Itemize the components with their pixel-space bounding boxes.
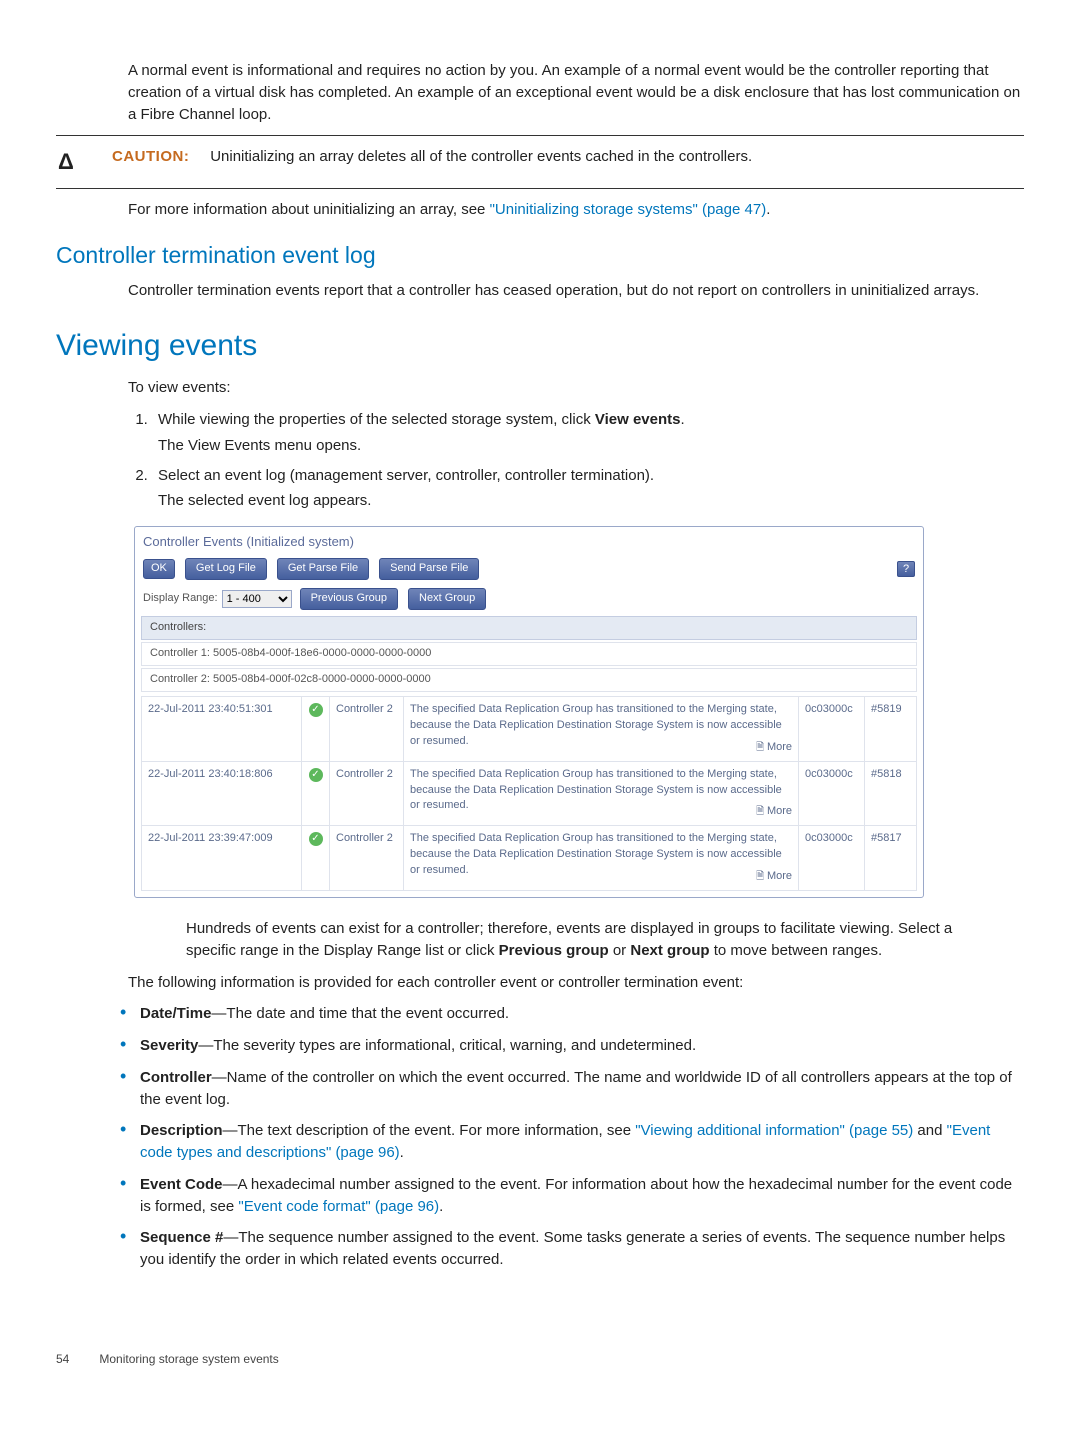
event-code: 0c03000c xyxy=(799,761,865,826)
field-name: Date/Time xyxy=(140,1005,211,1022)
event-datetime: 22-Jul-2011 23:39:47:009 xyxy=(142,826,302,891)
event-controller: Controller 2 xyxy=(330,696,404,761)
after-shot-para: Hundreds of events can exist for a contr… xyxy=(186,918,994,962)
ok-button[interactable]: OK xyxy=(143,559,175,579)
event-sequence: #5817 xyxy=(865,826,917,891)
prev-group-button[interactable]: Previous Group xyxy=(300,588,398,610)
event-severity: ✓ xyxy=(302,696,330,761)
event-description: The specified Data Replication Group has… xyxy=(404,761,799,826)
controller-2-row: Controller 2: 5005-08b4-000f-02c8-0000-0… xyxy=(141,668,917,692)
table-row: 22-Jul-2011 23:39:47:009 ✓ Controller 2 … xyxy=(142,826,917,891)
text: . xyxy=(766,201,770,218)
list-item: Severity—The severity types are informat… xyxy=(112,1035,1024,1057)
event-datetime: 22-Jul-2011 23:40:51:301 xyxy=(142,696,302,761)
prev-group-bold: Previous group xyxy=(499,942,609,959)
field-name: Severity xyxy=(140,1037,198,1054)
view-events-bold: View events xyxy=(595,411,681,428)
footer-chapter: Monitoring storage system events xyxy=(99,1352,278,1366)
field-name: Event Code xyxy=(140,1176,223,1193)
steps-list: While viewing the properties of the sele… xyxy=(128,409,1024,512)
page-number: 54 xyxy=(56,1351,96,1368)
list-item: Event Code—A hexadecimal number assigned… xyxy=(112,1174,1024,1218)
table-row: 22-Jul-2011 23:40:18:806 ✓ Controller 2 … xyxy=(142,761,917,826)
field-name: Description xyxy=(140,1122,223,1139)
step-2: Select an event log (management server, … xyxy=(152,465,1024,513)
button-bar: OK Get Log File Get Parse File Send Pars… xyxy=(135,556,923,586)
event-sequence: #5818 xyxy=(865,761,917,826)
text: . xyxy=(680,411,684,428)
viewing-events-intro: To view events: xyxy=(128,377,1024,399)
field-desc: —The severity types are informational, c… xyxy=(198,1037,696,1054)
ok-icon: ✓ xyxy=(309,703,323,717)
field-desc: —The sequence number assigned to the eve… xyxy=(140,1229,1005,1268)
more-link[interactable]: More xyxy=(756,869,792,885)
viewing-events-heading: Viewing events xyxy=(56,324,1024,368)
step-2-sub: The selected event log appears. xyxy=(158,490,1024,512)
event-description: The specified Data Replication Group has… xyxy=(404,826,799,891)
field-desc: —Name of the controller on which the eve… xyxy=(140,1069,1012,1108)
event-code-format-link[interactable]: "Event code format" (page 96) xyxy=(238,1198,439,1215)
event-severity: ✓ xyxy=(302,826,330,891)
controller-1-row: Controller 1: 5005-08b4-000f-18e6-0000-0… xyxy=(141,642,917,666)
step-1-sub: The View Events menu opens. xyxy=(158,435,1024,457)
help-icon[interactable]: ? xyxy=(897,561,915,577)
list-intro: The following information is provided fo… xyxy=(128,972,1024,994)
event-code: 0c03000c xyxy=(799,826,865,891)
text: or xyxy=(609,942,631,959)
controllers-header: Controllers: xyxy=(141,616,917,640)
text: —The text description of the event. For … xyxy=(223,1122,636,1139)
text: . xyxy=(439,1198,443,1215)
caution-icon: Δ xyxy=(56,146,112,178)
get-log-button[interactable]: Get Log File xyxy=(185,558,267,580)
controller-termination-body: Controller termination events report tha… xyxy=(128,280,1024,302)
caution-block: Δ CAUTION: Uninitializing an array delet… xyxy=(56,135,1024,189)
text: to move between ranges. xyxy=(710,942,883,959)
list-item: Controller—Name of the controller on whi… xyxy=(112,1067,1024,1111)
page-footer: 54 Monitoring storage system events xyxy=(56,1351,1024,1368)
event-controller: Controller 2 xyxy=(330,761,404,826)
event-code: 0c03000c xyxy=(799,696,865,761)
next-group-bold: Next group xyxy=(630,942,709,959)
field-name: Controller xyxy=(140,1069,212,1086)
after-caution: For more information about uninitializin… xyxy=(128,199,1024,221)
step-1: While viewing the properties of the sele… xyxy=(152,409,1024,457)
send-parse-button[interactable]: Send Parse File xyxy=(379,558,479,580)
range-select[interactable]: 1 - 400 xyxy=(222,590,292,608)
more-link[interactable]: More xyxy=(756,804,792,820)
event-severity: ✓ xyxy=(302,761,330,826)
range-label: Display Range: xyxy=(143,591,218,607)
text: . xyxy=(400,1144,404,1161)
event-sequence: #5819 xyxy=(865,696,917,761)
ok-icon: ✓ xyxy=(309,832,323,846)
intro-paragraph: A normal event is informational and requ… xyxy=(128,60,1024,125)
field-list: Date/Time—The date and time that the eve… xyxy=(112,1003,1024,1271)
ok-icon: ✓ xyxy=(309,768,323,782)
event-description: The specified Data Replication Group has… xyxy=(404,696,799,761)
caution-label: CAUTION: xyxy=(112,148,189,165)
range-bar: Display Range: 1 - 400 Previous Group Ne… xyxy=(135,586,923,616)
events-table: 22-Jul-2011 23:40:51:301 ✓ Controller 2 … xyxy=(141,696,917,891)
list-item: Sequence #—The sequence number assigned … xyxy=(112,1227,1024,1271)
caution-text: Uninitializing an array deletes all of t… xyxy=(210,148,752,165)
uninit-link[interactable]: "Uninitializing storage systems" (page 4… xyxy=(490,201,767,218)
event-controller: Controller 2 xyxy=(330,826,404,891)
field-name: Sequence # xyxy=(140,1229,223,1246)
get-parse-button[interactable]: Get Parse File xyxy=(277,558,369,580)
controller-termination-heading: Controller termination event log xyxy=(56,239,1024,272)
text: Select an event log (management server, … xyxy=(158,467,654,484)
next-group-button[interactable]: Next Group xyxy=(408,588,486,610)
list-item: Description—The text description of the … xyxy=(112,1120,1024,1164)
event-datetime: 22-Jul-2011 23:40:18:806 xyxy=(142,761,302,826)
list-item: Date/Time—The date and time that the eve… xyxy=(112,1003,1024,1025)
events-screenshot: Controller Events (Initialized system) O… xyxy=(134,526,924,898)
table-row: 22-Jul-2011 23:40:51:301 ✓ Controller 2 … xyxy=(142,696,917,761)
viewing-additional-link[interactable]: "Viewing additional information" (page 5… xyxy=(635,1122,913,1139)
text: and xyxy=(913,1122,946,1139)
more-link[interactable]: More xyxy=(756,740,792,756)
text: While viewing the properties of the sele… xyxy=(158,411,595,428)
text: For more information about uninitializin… xyxy=(128,201,490,218)
shot-title: Controller Events (Initialized system) xyxy=(135,527,923,556)
field-desc: —The date and time that the event occurr… xyxy=(211,1005,509,1022)
